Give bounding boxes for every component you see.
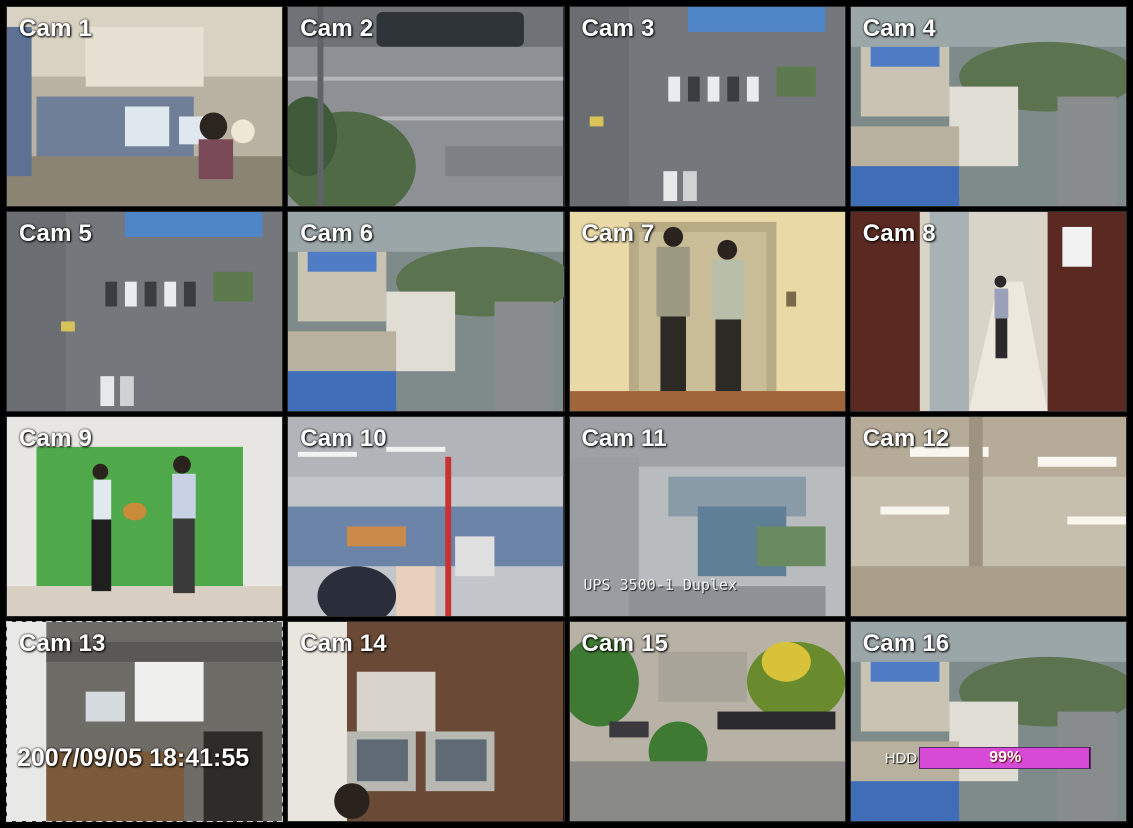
camera-label: Cam 5 <box>19 220 93 247</box>
camera-label: Cam 13 <box>19 630 106 657</box>
hdd-usage-indicator: HDD 99% <box>885 747 1092 769</box>
camera-label: Cam 9 <box>19 425 93 452</box>
camera-tile-15[interactable]: Cam 15 <box>568 621 846 822</box>
camera-label: Cam 4 <box>862 15 936 42</box>
timestamp: 2007/09/05 18:41:55 <box>17 744 250 772</box>
camera-tile-1[interactable]: Cam 1 <box>6 6 284 207</box>
camera-label: Cam 16 <box>862 630 950 657</box>
camera-overlay-text: UPS 3500-1 Duplex <box>583 576 738 594</box>
camera-label: Cam 6 <box>300 220 374 247</box>
camera-tile-16[interactable]: Cam 16 HDD 99% <box>849 621 1127 822</box>
camera-label: Cam 10 <box>300 425 387 452</box>
camera-tile-3[interactable]: Cam 3 <box>568 6 846 207</box>
camera-tile-2[interactable]: Cam 2 <box>287 6 565 207</box>
camera-tile-8[interactable]: Cam 8 <box>849 211 1127 412</box>
camera-label: Cam 3 <box>581 15 655 42</box>
hdd-usage-percent: 99% <box>989 749 1022 766</box>
camera-tile-14[interactable]: Cam 14 <box>287 621 565 822</box>
camera-label: Cam 7 <box>581 220 655 247</box>
hdd-label: HDD <box>884 749 918 767</box>
camera-label: Cam 14 <box>300 630 387 657</box>
camera-label: Cam 2 <box>300 15 374 42</box>
camera-tile-13[interactable]: Cam 13 2007/09/05 18:41:55 <box>6 621 284 822</box>
camera-tile-10[interactable]: Cam 10 <box>287 416 565 617</box>
camera-label: Cam 8 <box>862 220 936 247</box>
camera-label: Cam 12 <box>862 425 950 452</box>
camera-tile-6[interactable]: Cam 6 <box>287 211 565 412</box>
hdd-usage-bar: 99% <box>919 747 1092 769</box>
camera-label: Cam 15 <box>581 630 669 657</box>
camera-tile-9[interactable]: Cam 9 <box>6 416 284 617</box>
camera-label: Cam 11 <box>581 425 667 452</box>
camera-tile-11[interactable]: Cam 11 UPS 3500-1 Duplex <box>568 416 846 617</box>
camera-tile-4[interactable]: Cam 4 <box>849 6 1127 207</box>
camera-label: Cam 1 <box>19 15 93 42</box>
camera-tile-5[interactable]: Cam 5 <box>6 211 284 412</box>
camera-tile-7[interactable]: Cam 7 <box>568 211 846 412</box>
camera-tile-12[interactable]: Cam 12 <box>849 416 1127 617</box>
camera-grid: Cam 1 Cam 2 Cam 3 Cam 4 Cam 5 Cam 6 Cam … <box>0 0 1133 828</box>
